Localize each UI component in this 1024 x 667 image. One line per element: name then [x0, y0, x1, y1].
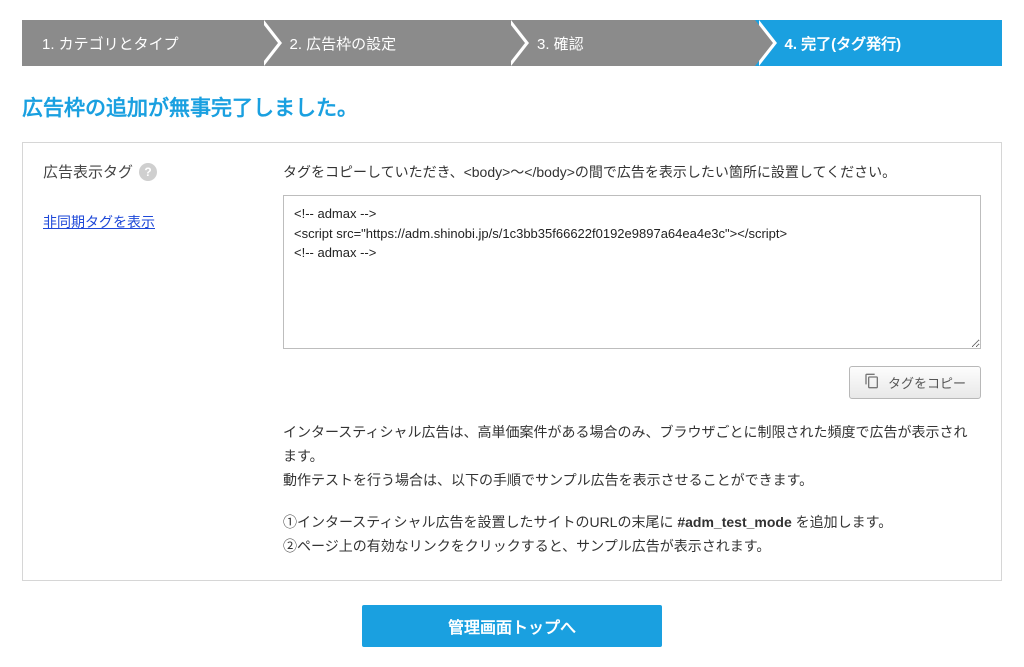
copy-tag-button[interactable]: タグをコピー	[849, 366, 981, 399]
step-settings: 2. 広告枠の設定	[260, 20, 508, 66]
back-to-dashboard-button[interactable]: 管理画面トップへ	[362, 605, 662, 647]
test-step-2: ②ページ上の有効なリンクをクリックすると、サンプル広告が表示されます。	[283, 538, 770, 554]
copy-icon	[864, 373, 880, 392]
step-label: 2. 広告枠の設定	[290, 33, 397, 54]
test-step-1-pre: ①インタースティシャル広告を設置したサイトのURLの末尾に	[283, 514, 677, 530]
progress-steps: 1. カテゴリとタイプ 2. 広告枠の設定 3. 確認 4. 完了(タグ発行)	[22, 20, 1002, 66]
step-label: 3. 確認	[537, 33, 584, 54]
note-line: 動作テストを行う場合は、以下の手順でサンプル広告を表示させることができます。	[283, 472, 813, 488]
copy-button-label: タグをコピー	[888, 373, 966, 392]
step-complete: 4. 完了(タグ発行)	[755, 20, 1003, 66]
test-mode-hash: #adm_test_mode	[677, 514, 791, 530]
tag-panel: 広告表示タグ ? 非同期タグを表示 タグをコピーしていただき、<body>〜</…	[22, 142, 1002, 581]
panel-left-column: 広告表示タグ ? 非同期タグを表示	[43, 161, 253, 558]
async-tag-link[interactable]: 非同期タグを表示	[43, 214, 155, 230]
tag-code-textarea[interactable]	[283, 195, 981, 349]
page-title: 広告枠の追加が無事完了しました。	[22, 92, 1002, 122]
test-steps: ①インタースティシャル広告を設置したサイトのURLの末尾に #adm_test_…	[283, 511, 981, 559]
step-label: 1. カテゴリとタイプ	[42, 33, 179, 54]
help-icon[interactable]: ?	[139, 163, 157, 181]
note-line: インタースティシャル広告は、高単価案件がある場合のみ、ブラウザごとに制限された頻…	[283, 424, 967, 464]
step-label: 4. 完了(タグ発行)	[785, 33, 902, 54]
test-step-1-post: を追加します。	[792, 514, 893, 530]
note-text: インタースティシャル広告は、高単価案件がある場合のみ、ブラウザごとに制限された頻…	[283, 421, 981, 492]
panel-right-column: タグをコピーしていただき、<body>〜</body>の間で広告を表示したい箇所…	[283, 161, 981, 558]
step-confirm: 3. 確認	[507, 20, 755, 66]
tag-label: 広告表示タグ	[43, 161, 133, 182]
instruction-text: タグをコピーしていただき、<body>〜</body>の間で広告を表示したい箇所…	[283, 161, 981, 183]
step-category: 1. カテゴリとタイプ	[22, 20, 260, 66]
